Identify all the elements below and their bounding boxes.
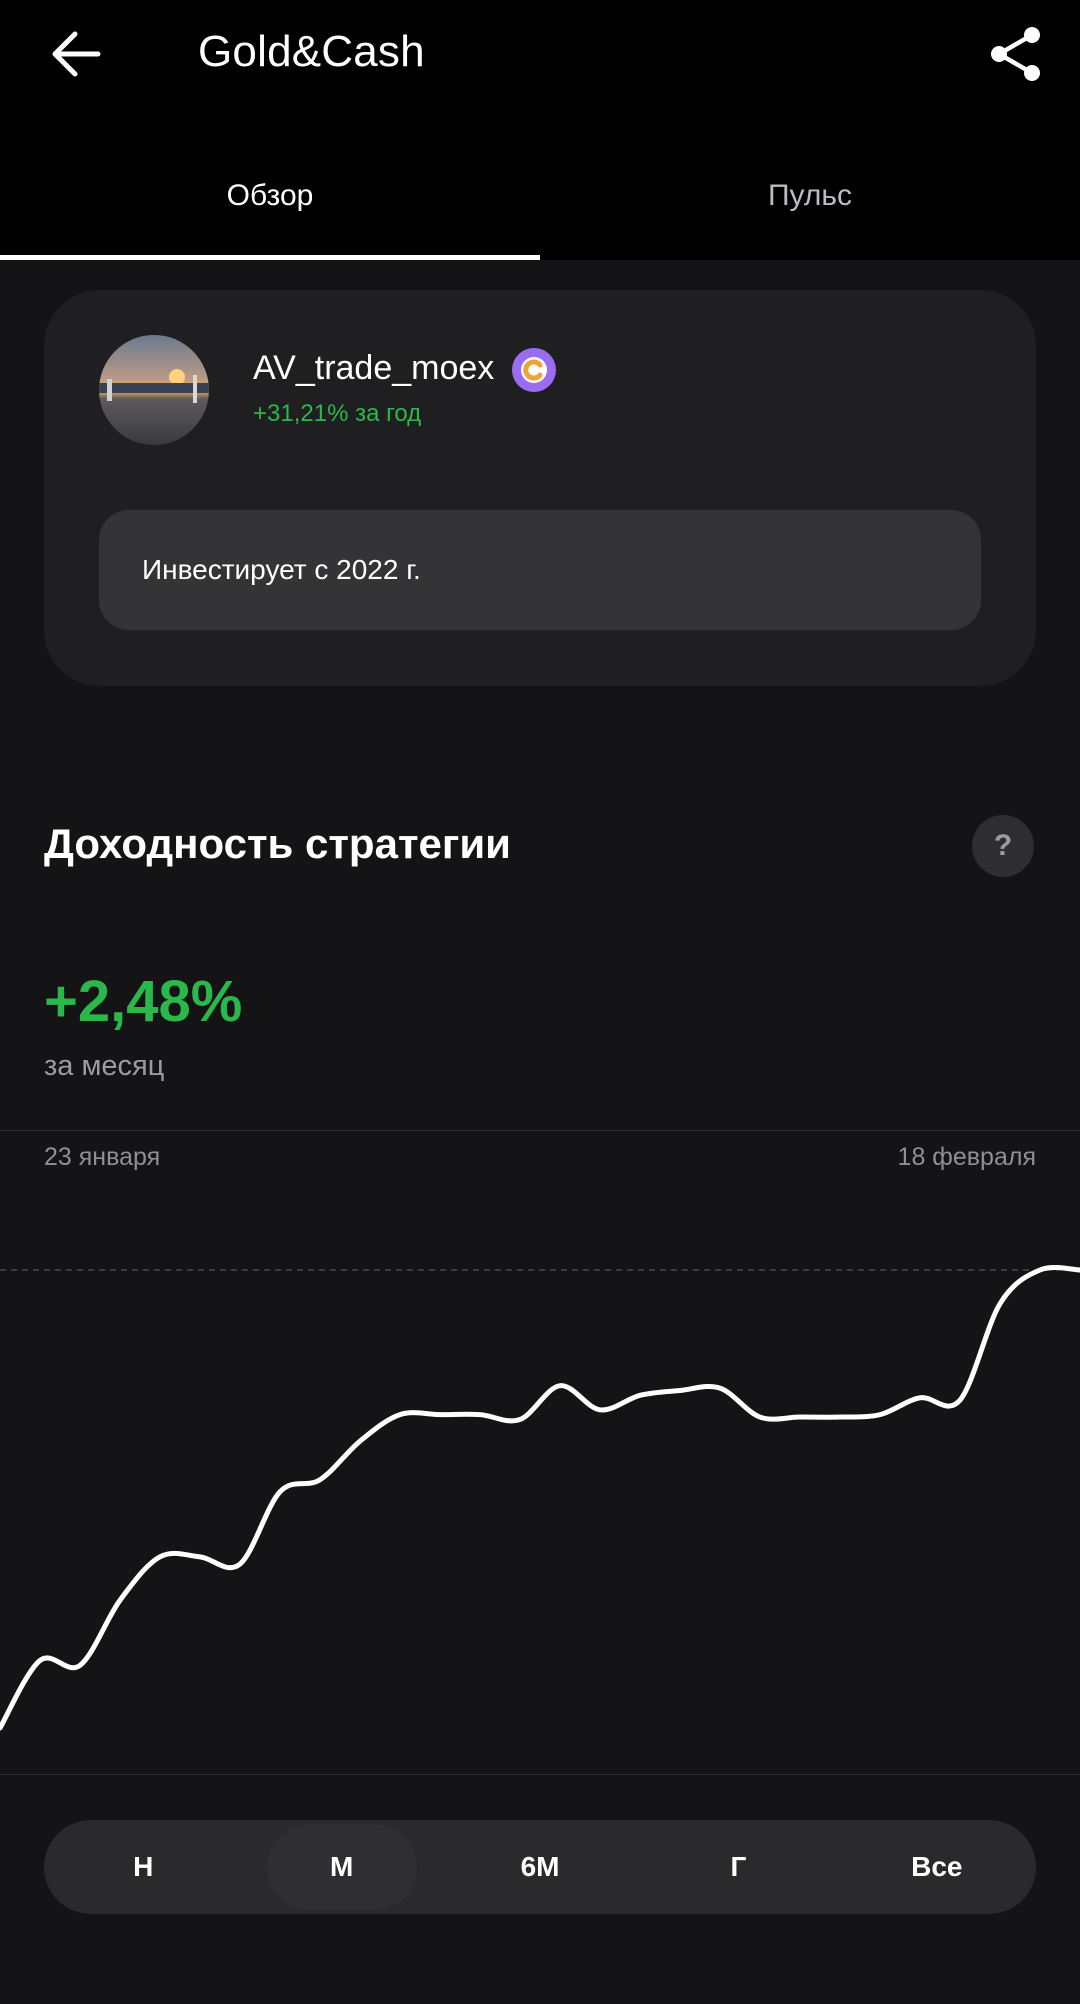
help-button[interactable]: ? — [972, 815, 1034, 877]
range-month-button[interactable]: М — [242, 1820, 440, 1914]
range-all-button[interactable]: Все — [838, 1820, 1036, 1914]
return-period: за месяц — [44, 1050, 165, 1082]
range-week-button[interactable]: Н — [44, 1820, 242, 1914]
period-selector: Н М 6М Г Все — [44, 1820, 1036, 1914]
invest-since-text: Инвестирует с 2022 г. — [142, 554, 421, 585]
avatar[interactable] — [99, 335, 209, 445]
tab-overview[interactable]: Обзор — [0, 150, 540, 260]
author-username[interactable]: AV_trade_moex — [253, 346, 494, 390]
avatar-image — [99, 369, 209, 403]
share-button[interactable] — [982, 20, 1050, 88]
year-return: +31,21% за год — [253, 400, 422, 427]
range-year-button[interactable]: Г — [639, 1820, 837, 1914]
return-value: +2,48% — [44, 969, 243, 1034]
range-6month-button[interactable]: 6М — [441, 1820, 639, 1914]
page-title: Gold&Cash — [198, 27, 425, 76]
return-line — [0, 1265, 1080, 1731]
tab-pulse[interactable]: Пульс — [540, 150, 1080, 260]
info-box: Инвестирует с 2022 г. — [99, 510, 981, 630]
share-icon — [991, 27, 1040, 81]
back-button[interactable] — [44, 22, 108, 86]
divider — [0, 1130, 1080, 1131]
section-title: Доходность стратегии — [44, 820, 512, 867]
tab-bar: Обзор Пульс — [0, 150, 1080, 260]
verified-badge-icon — [512, 348, 556, 392]
top-bar: Gold&Cash Обзор Пульс — [0, 0, 1080, 260]
divider — [0, 1774, 1080, 1775]
author-card[interactable]: AV_trade_moex +31,21% за год Инвестирует… — [44, 290, 1036, 686]
arrow-left-icon — [52, 31, 101, 77]
chart-date-start: 23 января — [44, 1143, 161, 1171]
chart-date-end: 18 февраля — [897, 1143, 1036, 1171]
return-chart[interactable] — [0, 1180, 1080, 1774]
